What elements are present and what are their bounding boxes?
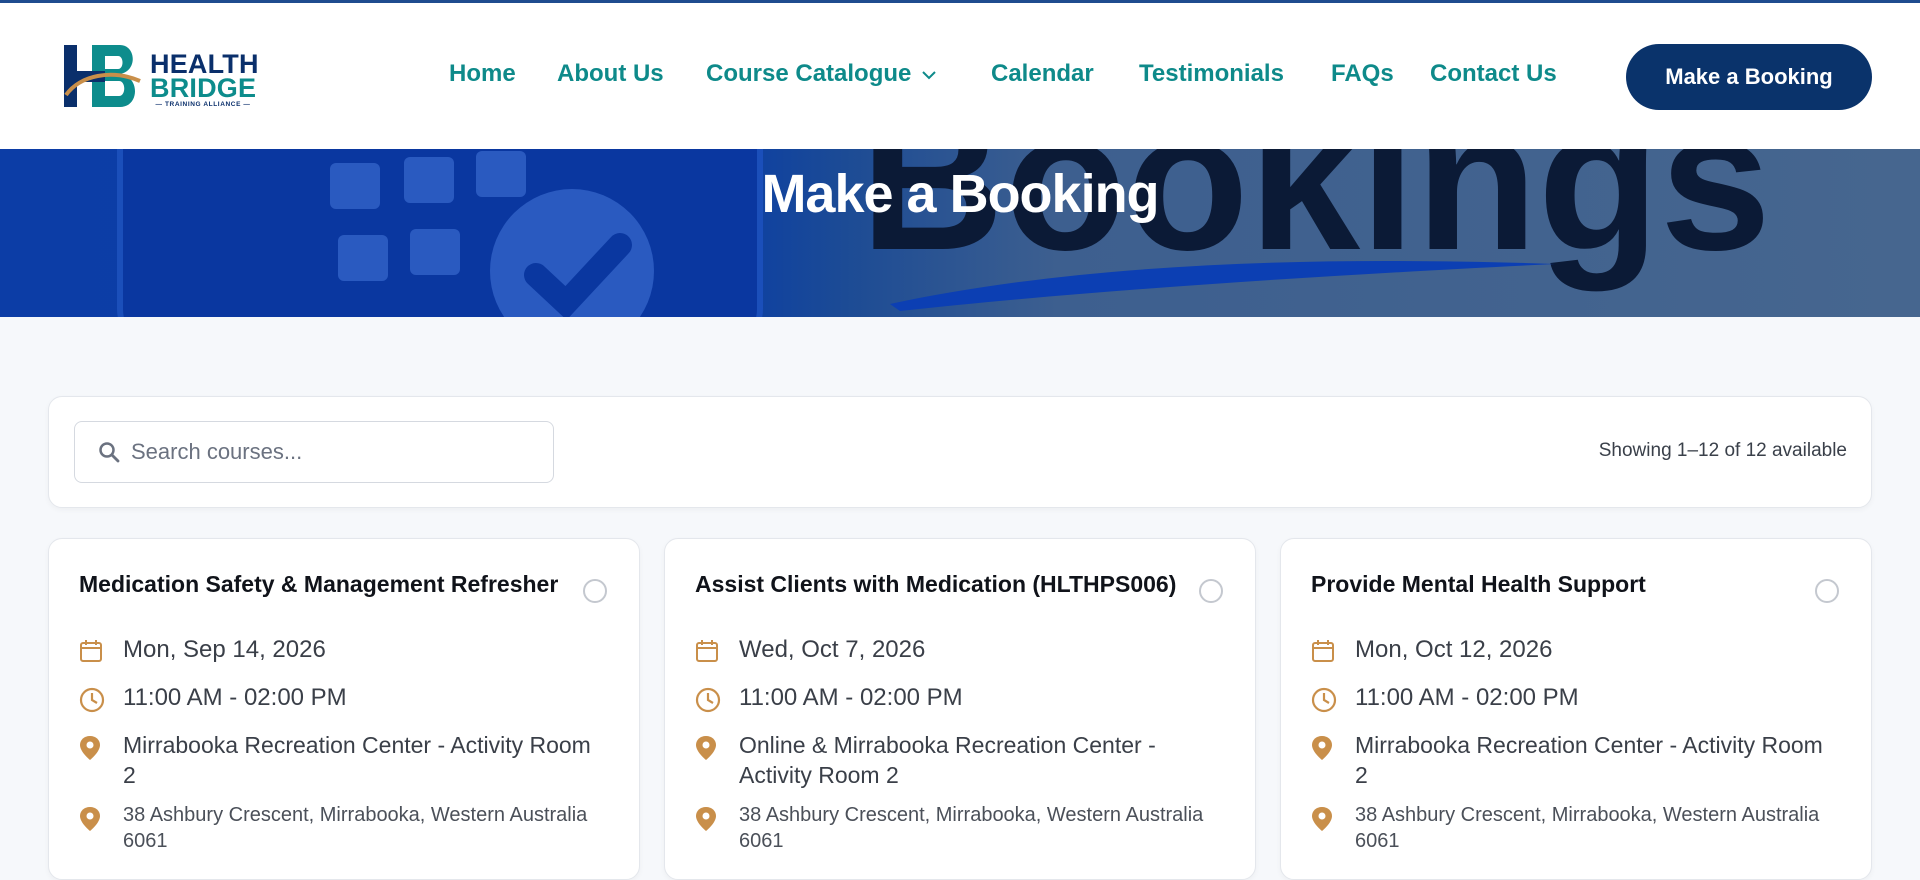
search-box[interactable] — [74, 421, 554, 483]
course-card[interactable]: Medication Safety & Management Refresher… — [48, 538, 640, 880]
course-date: Mon, Sep 14, 2026 — [123, 636, 326, 663]
course-select-radio[interactable] — [583, 579, 607, 603]
map-pin-icon — [696, 736, 716, 760]
make-booking-button[interactable]: Make a Booking — [1626, 44, 1872, 110]
map-pin-icon — [696, 807, 716, 831]
course-title: Assist Clients with Medication (HLTHPS00… — [695, 571, 1177, 597]
course-time: 11:00 AM - 02:00 PM — [739, 684, 963, 711]
logo-line-bridge: BRIDGE — [150, 73, 257, 103]
calendar-icon — [80, 640, 102, 662]
nav-course-catalogue-label: Course Catalogue — [706, 60, 912, 87]
map-pin-icon — [1312, 807, 1332, 831]
nav-contact-us[interactable]: Contact Us — [1430, 60, 1557, 88]
site-logo[interactable]: HEALTH BRIDGE — TRAINING ALLIANCE — — [62, 41, 262, 113]
site-header: HEALTH BRIDGE — TRAINING ALLIANCE — Home… — [0, 3, 1920, 149]
search-toolbar: Showing 1–12 of 12 available — [48, 396, 1872, 508]
map-pin-icon — [80, 807, 100, 831]
course-title: Provide Mental Health Support — [1311, 571, 1646, 597]
course-address: 38 Ashbury Crescent, Mirrabooka, Western… — [123, 804, 588, 852]
course-time: 11:00 AM - 02:00 PM — [1355, 684, 1579, 711]
hero-banner: Bookings Make a Booking — [0, 149, 1920, 317]
course-card[interactable]: Assist Clients with Medication (HLTHPS00… — [664, 538, 1256, 880]
nav-faqs[interactable]: FAQs — [1331, 60, 1394, 88]
nav-course-catalogue[interactable]: Course Catalogue — [706, 60, 937, 88]
course-location: Mirrabooka Recreation Center - Activity … — [1355, 732, 1823, 788]
map-pin-icon — [80, 736, 100, 760]
logo-tagline: — TRAINING ALLIANCE — — [155, 101, 251, 108]
course-address: 38 Ashbury Crescent, Mirrabooka, Western… — [739, 804, 1204, 852]
course-date: Wed, Oct 7, 2026 — [739, 636, 926, 663]
nav-calendar[interactable]: Calendar — [991, 60, 1094, 88]
course-address: 38 Ashbury Crescent, Mirrabooka, Western… — [1355, 804, 1820, 852]
course-select-radio[interactable] — [1815, 579, 1839, 603]
map-pin-icon — [1312, 736, 1332, 760]
search-input[interactable] — [129, 422, 543, 482]
chevron-down-icon — [922, 70, 937, 80]
course-card[interactable]: Provide Mental Health Support Mon, Oct 1… — [1280, 538, 1872, 880]
page-title: Make a Booking — [761, 164, 1159, 224]
results-count: Showing 1–12 of 12 available — [1598, 440, 1847, 461]
nav-home[interactable]: Home — [449, 60, 516, 88]
course-location: Online & Mirrabooka Recreation Center - … — [739, 732, 1156, 788]
nav-about-us[interactable]: About Us — [557, 60, 664, 88]
clock-icon — [1311, 687, 1337, 713]
clock-icon — [79, 687, 105, 713]
calendar-icon — [696, 640, 718, 662]
search-icon — [99, 442, 120, 463]
hb-monogram-icon — [64, 45, 141, 107]
course-time: 11:00 AM - 02:00 PM — [123, 684, 347, 711]
course-date: Mon, Oct 12, 2026 — [1355, 636, 1553, 663]
nav-testimonials[interactable]: Testimonials — [1139, 60, 1284, 88]
clock-icon — [695, 687, 721, 713]
calendar-icon — [1312, 640, 1334, 662]
course-location: Mirrabooka Recreation Center - Activity … — [123, 732, 591, 788]
course-select-radio[interactable] — [1199, 579, 1223, 603]
course-title: Medication Safety & Management Refresher — [79, 571, 559, 597]
